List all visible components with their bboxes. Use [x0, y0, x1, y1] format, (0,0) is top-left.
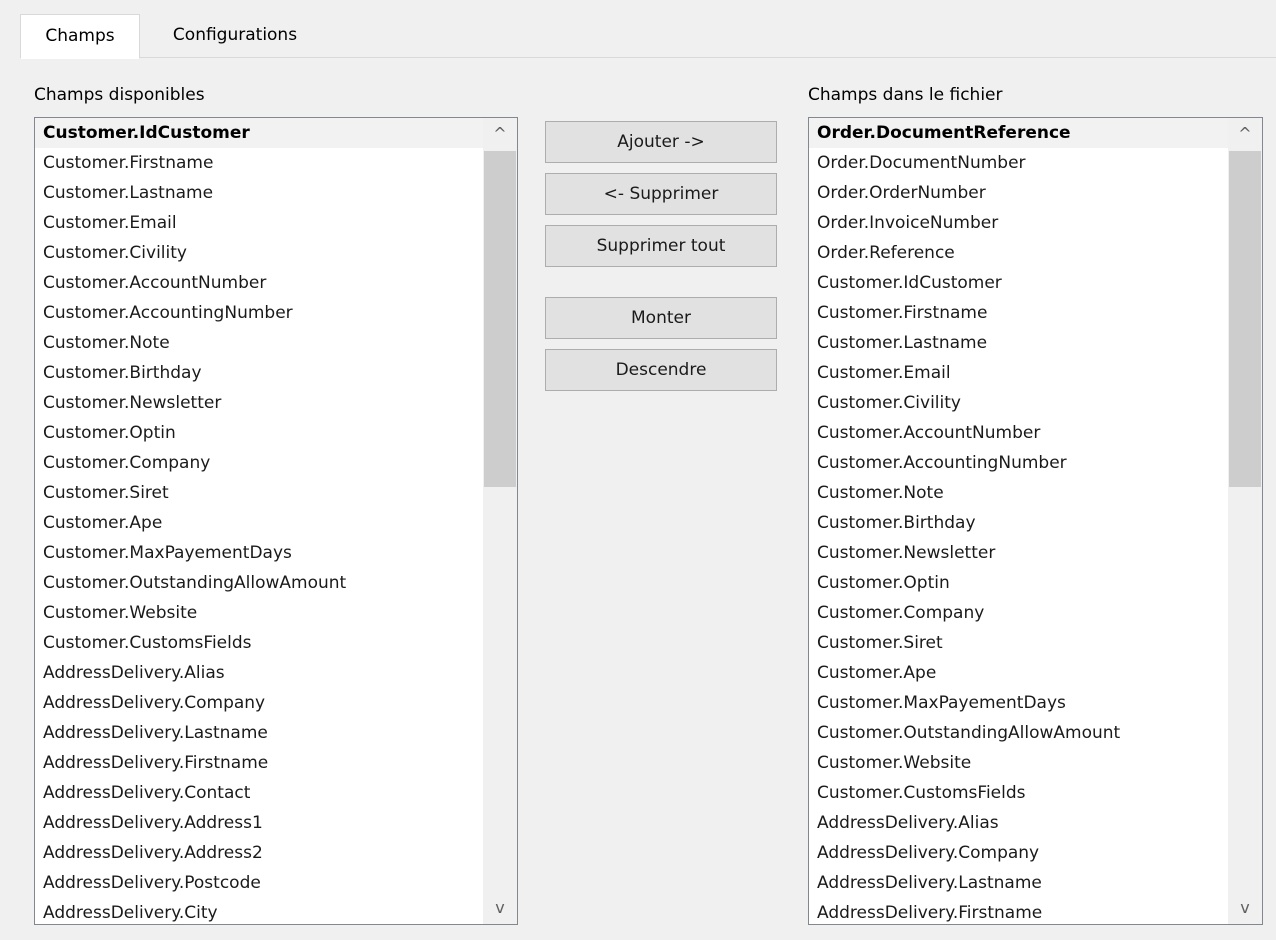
list-item[interactable]: Customer.Lastname	[35, 178, 483, 208]
list-item[interactable]: Customer.CustomsFields	[809, 778, 1228, 808]
list-item[interactable]: Customer.Firstname	[35, 148, 483, 178]
list-item[interactable]: Customer.Birthday	[809, 508, 1228, 538]
list-item[interactable]: Customer.Website	[35, 598, 483, 628]
list-item[interactable]: AddressDelivery.Firstname	[809, 898, 1228, 924]
list-item[interactable]: Customer.Note	[35, 328, 483, 358]
tab-champs[interactable]: Champs	[20, 14, 140, 59]
list-item[interactable]: Order.InvoiceNumber	[809, 208, 1228, 238]
available-fields-scrollbar[interactable]: ^ v	[483, 118, 517, 924]
list-item[interactable]: Customer.Website	[809, 748, 1228, 778]
list-item[interactable]: Customer.OutstandingAllowAmount	[809, 718, 1228, 748]
list-item[interactable]: Customer.Email	[809, 358, 1228, 388]
list-item[interactable]: AddressDelivery.City	[35, 898, 483, 924]
list-item[interactable]: Customer.Email	[35, 208, 483, 238]
add-button[interactable]: Ajouter ->	[545, 121, 777, 163]
list-item[interactable]: Customer.Civility	[809, 388, 1228, 418]
move-down-button[interactable]: Descendre	[545, 349, 777, 391]
list-item[interactable]: Customer.AccountingNumber	[809, 448, 1228, 478]
tab-strip: Champs Configurations	[20, 14, 1276, 59]
list-item[interactable]: Customer.AccountNumber	[35, 268, 483, 298]
list-item[interactable]: Order.DocumentNumber	[809, 148, 1228, 178]
tab-configurations[interactable]: Configurations	[140, 14, 330, 58]
remove-button[interactable]: <- Supprimer	[545, 173, 777, 215]
list-item[interactable]: Customer.MaxPayementDays	[35, 538, 483, 568]
list-item[interactable]: Customer.Firstname	[809, 298, 1228, 328]
list-item[interactable]: Customer.Optin	[35, 418, 483, 448]
scroll-down-icon[interactable]: v	[483, 892, 517, 924]
list-item[interactable]: Customer.Company	[35, 448, 483, 478]
list-item[interactable]: Customer.Newsletter	[809, 538, 1228, 568]
list-item[interactable]: AddressDelivery.Alias	[809, 808, 1228, 838]
available-fields-items: Customer.IdCustomer Customer.Firstname Cus…	[35, 118, 483, 924]
list-item[interactable]: AddressDelivery.Address2	[35, 838, 483, 868]
list-item[interactable]: AddressDelivery.Lastname	[35, 718, 483, 748]
available-fields-list[interactable]: Customer.IdCustomer Customer.Firstname Cus…	[34, 117, 518, 925]
list-item[interactable]: AddressDelivery.Address1	[35, 808, 483, 838]
list-item[interactable]: Customer.MaxPayementDays	[809, 688, 1228, 718]
list-item[interactable]: Customer.Newsletter	[35, 388, 483, 418]
file-fields-items: Order.DocumentReference Order.DocumentNum…	[809, 118, 1228, 924]
list-item[interactable]: Customer.IdCustomer	[809, 268, 1228, 298]
scroll-up-icon[interactable]: ^	[483, 118, 517, 150]
list-item[interactable]: Customer.Company	[809, 598, 1228, 628]
file-fields-scrollbar[interactable]: ^ v	[1228, 118, 1262, 924]
file-fields-label: Champs dans le fichier	[808, 85, 1003, 105]
scroll-down-icon[interactable]: v	[1228, 892, 1262, 924]
list-item[interactable]: Customer.OutstandingAllowAmount	[35, 568, 483, 598]
scroll-thumb[interactable]	[484, 151, 516, 487]
remove-all-button[interactable]: Supprimer tout	[545, 225, 777, 267]
list-item[interactable]: AddressDelivery.Company	[809, 838, 1228, 868]
list-item[interactable]: Customer.IdCustomer	[35, 118, 483, 148]
list-item[interactable]: Customer.Ape	[35, 508, 483, 538]
list-item[interactable]: Order.DocumentReference	[809, 118, 1228, 148]
file-fields-list[interactable]: Order.DocumentReference Order.DocumentNum…	[808, 117, 1263, 925]
list-item[interactable]: Customer.Birthday	[35, 358, 483, 388]
scroll-thumb[interactable]	[1229, 151, 1261, 487]
list-item[interactable]: Customer.Lastname	[809, 328, 1228, 358]
list-item[interactable]: Customer.Civility	[35, 238, 483, 268]
list-item[interactable]: Customer.Siret	[809, 628, 1228, 658]
list-item[interactable]: Order.Reference	[809, 238, 1228, 268]
list-item[interactable]: AddressDelivery.Postcode	[35, 868, 483, 898]
move-up-button[interactable]: Monter	[545, 297, 777, 339]
list-item[interactable]: AddressDelivery.Firstname	[35, 748, 483, 778]
list-item[interactable]: Customer.Siret	[35, 478, 483, 508]
list-item[interactable]: Customer.Optin	[809, 568, 1228, 598]
list-item[interactable]: Customer.AccountNumber	[809, 418, 1228, 448]
list-item[interactable]: Customer.Ape	[809, 658, 1228, 688]
list-item[interactable]: Customer.AccountingNumber	[35, 298, 483, 328]
list-item[interactable]: AddressDelivery.Contact	[35, 778, 483, 808]
list-item[interactable]: Order.OrderNumber	[809, 178, 1228, 208]
available-fields-label: Champs disponibles	[34, 85, 205, 105]
list-item[interactable]: Customer.CustomsFields	[35, 628, 483, 658]
list-item[interactable]: Customer.Note	[809, 478, 1228, 508]
scroll-up-icon[interactable]: ^	[1228, 118, 1262, 150]
list-item[interactable]: AddressDelivery.Lastname	[809, 868, 1228, 898]
list-item[interactable]: AddressDelivery.Company	[35, 688, 483, 718]
list-item[interactable]: AddressDelivery.Alias	[35, 658, 483, 688]
